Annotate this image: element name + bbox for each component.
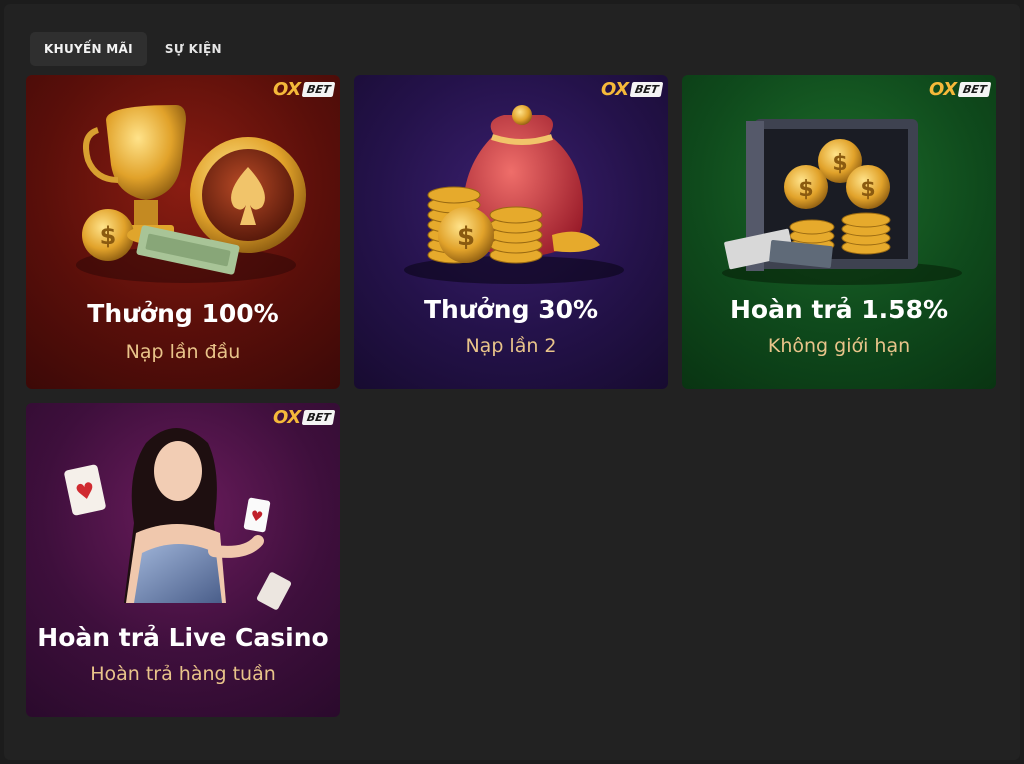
promo-subtitle: Nạp lần đầu (125, 341, 241, 363)
promo-card-live-casino[interactable]: ♥ ♥ OX BET Hoàn trả Live Casino Hoàn trả … (26, 403, 340, 717)
promo-card-second-deposit[interactable]: $ OX BET Thưởng 30% Nạp lần 2 (354, 75, 668, 389)
svg-text:$: $ (832, 151, 847, 176)
promo-subtitle: Nạp lần 2 (465, 335, 557, 357)
tab-bar: KHUYẾN MÃI SỰ KIỆN (30, 32, 236, 66)
promo-subtitle: Hoàn trả hàng tuần (90, 663, 276, 685)
safe-coins-illustration: $ $ $ (722, 119, 962, 285)
promo-title: Thưởng 30% (423, 295, 599, 324)
svg-text:$: $ (100, 222, 117, 250)
promo-title: Hoàn trả 1.58% (729, 295, 949, 324)
svg-text:$: $ (457, 222, 475, 252)
money-bag-illustration: $ (404, 105, 624, 284)
promo-subtitle: Không giới hạn (767, 335, 911, 357)
tab-events[interactable]: SỰ KIỆN (151, 32, 236, 66)
trophy-chip-coins-illustration: $ (76, 105, 306, 283)
svg-text:$: $ (860, 177, 875, 202)
promo-card-first-deposit[interactable]: $ OX BET Thưởng 100% Nạp lần đầu (26, 75, 340, 389)
oxbet-logo: OX BET (601, 79, 664, 100)
promo-title: Hoàn trả Live Casino (37, 623, 329, 652)
oxbet-logo: OX BET (273, 79, 336, 100)
promo-title: Thưởng 100% (87, 299, 279, 328)
oxbet-logo: OX BET (273, 407, 336, 428)
oxbet-logo: OX BET (929, 79, 992, 100)
svg-text:$: $ (798, 177, 813, 202)
promo-card-cashback[interactable]: $ $ $ OX BET Hoàn trả 1.58% Không giới hạ… (682, 75, 996, 389)
tab-promotions[interactable]: KHUYẾN MÃI (30, 32, 147, 66)
dealer-cards-illustration: ♥ ♥ (64, 428, 292, 610)
